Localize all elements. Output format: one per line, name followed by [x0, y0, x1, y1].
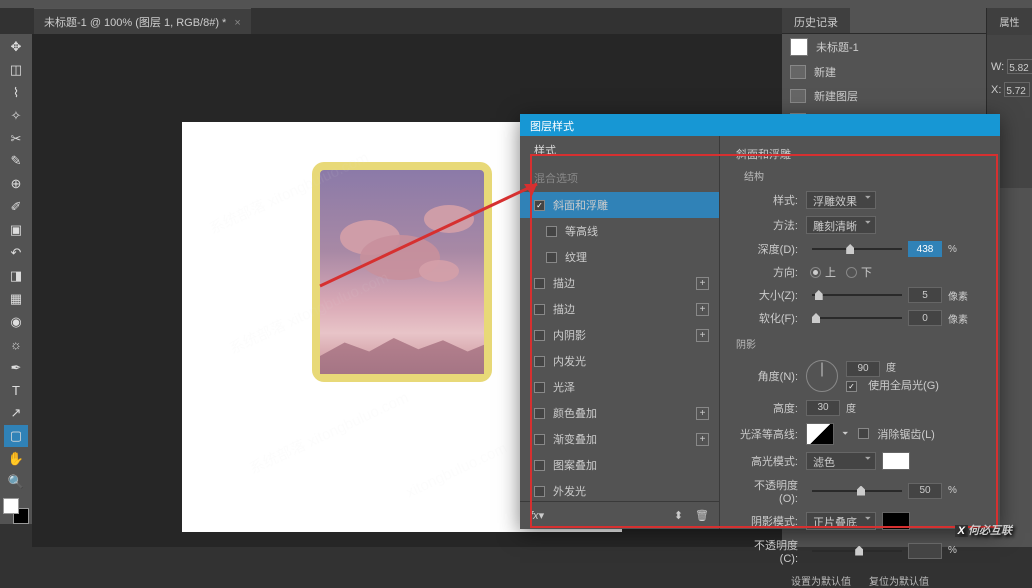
antialias-checkbox[interactable] — [858, 428, 869, 439]
style-satin[interactable]: 光泽 — [520, 374, 719, 400]
add-icon[interactable]: + — [696, 433, 709, 446]
history-brush-tool[interactable]: ↶ — [4, 242, 28, 264]
checkbox-icon[interactable] — [534, 304, 545, 315]
checkbox-icon[interactable] — [534, 486, 545, 497]
arrow-icon[interactable]: ⬍ — [674, 509, 683, 522]
style-pattern-overlay[interactable]: 图案叠加 — [520, 452, 719, 478]
shadow-color-swatch[interactable] — [882, 512, 910, 530]
style-bevel-emboss[interactable]: 斜面和浮雕 — [520, 192, 719, 218]
tool-palette: ✥ ◫ ⌇ ✧ ✂ ✎ ⊕ ✐ ▣ ↶ ◨ ▦ ◉ ☼ ✒ T ↗ ▢ ✋ 🔍 — [0, 34, 32, 524]
checkbox-icon[interactable] — [534, 408, 545, 419]
trash-icon[interactable]: 🗑 — [695, 509, 709, 522]
add-icon[interactable]: + — [696, 303, 709, 316]
wand-tool[interactable]: ✧ — [4, 105, 28, 127]
checkbox-icon[interactable] — [546, 226, 557, 237]
altitude-input[interactable] — [806, 400, 840, 416]
dodge-tool[interactable]: ☼ — [4, 334, 28, 356]
history-tab[interactable]: 历史记录 — [782, 8, 850, 33]
blur-tool[interactable]: ◉ — [4, 311, 28, 333]
style-inner-glow[interactable]: 内发光 — [520, 348, 719, 374]
brush-tool[interactable]: ✐ — [4, 196, 28, 218]
layer-style-dialog: 图层样式 样式 混合选项 斜面和浮雕 等高线 纹理 描边+ 描边+ 内阴影+ 内… — [520, 114, 1000, 529]
checkbox-icon[interactable] — [546, 252, 557, 263]
checkbox-icon[interactable] — [534, 330, 545, 341]
checkbox-icon[interactable] — [534, 200, 545, 211]
shape-tool[interactable]: ▢ — [4, 425, 28, 447]
zoom-tool[interactable]: 🔍 — [4, 471, 28, 493]
type-tool[interactable]: T — [4, 380, 28, 402]
shadow-opacity-input[interactable] — [908, 543, 942, 559]
shadow-opacity-slider[interactable] — [812, 550, 902, 552]
dialog-title: 图层样式 — [520, 114, 1000, 136]
checkbox-icon[interactable] — [534, 460, 545, 471]
structure-label: 结构 — [744, 168, 984, 183]
heal-tool[interactable]: ⊕ — [4, 173, 28, 195]
technique-dropdown[interactable]: 雕刻清晰 — [806, 216, 876, 234]
direction-down-radio[interactable] — [846, 267, 857, 278]
angle-input[interactable] — [846, 361, 880, 377]
depth-input[interactable] — [908, 241, 942, 257]
pen-tool[interactable]: ✒ — [4, 357, 28, 379]
add-icon[interactable]: + — [696, 329, 709, 342]
crop-tool[interactable]: ✂ — [4, 128, 28, 150]
close-tab-icon[interactable]: × — [234, 17, 240, 29]
depth-slider[interactable] — [812, 248, 902, 250]
styles-header[interactable]: 样式 — [520, 136, 719, 164]
x-input[interactable] — [1004, 82, 1030, 97]
color-swatches[interactable] — [3, 498, 29, 524]
marquee-tool[interactable]: ◫ — [4, 59, 28, 81]
direction-up-radio[interactable] — [810, 267, 821, 278]
gloss-contour-picker[interactable] — [806, 423, 834, 445]
angle-dial[interactable] — [806, 360, 838, 392]
properties-tab[interactable]: 属性 — [987, 8, 1032, 35]
add-icon[interactable]: + — [696, 407, 709, 420]
global-light-checkbox[interactable] — [846, 381, 857, 392]
soften-input[interactable] — [908, 310, 942, 326]
eyedropper-tool[interactable]: ✎ — [4, 151, 28, 173]
soften-slider[interactable] — [812, 317, 902, 319]
checkbox-icon[interactable] — [534, 434, 545, 445]
width-input[interactable] — [1007, 59, 1032, 74]
checkbox-icon[interactable] — [534, 382, 545, 393]
highlight-mode-dropdown[interactable]: 滤色 — [806, 452, 876, 470]
size-slider[interactable] — [812, 294, 902, 296]
gradient-tool[interactable]: ▦ — [4, 288, 28, 310]
highlight-opacity-slider[interactable] — [812, 490, 902, 492]
style-stroke[interactable]: 描边+ — [520, 270, 719, 296]
size-input[interactable] — [908, 287, 942, 303]
style-gradient-overlay[interactable]: 渐变叠加+ — [520, 426, 719, 452]
eraser-tool[interactable]: ◨ — [4, 265, 28, 287]
make-default-button[interactable]: 设置为默认值 — [791, 573, 851, 588]
path-tool[interactable]: ↗ — [4, 403, 28, 425]
artwork-frame — [312, 162, 492, 382]
stamp-tool[interactable]: ▣ — [4, 219, 28, 241]
style-texture[interactable]: 纹理 — [520, 244, 719, 270]
fx-menu[interactable]: fx▾ — [530, 509, 544, 522]
highlight-opacity-input[interactable] — [908, 483, 942, 499]
style-contour[interactable]: 等高线 — [520, 218, 719, 244]
add-icon[interactable]: + — [696, 277, 709, 290]
shadow-mode-dropdown[interactable]: 正片叠底 — [806, 512, 876, 530]
blend-options[interactable]: 混合选项 — [520, 164, 719, 192]
style-inner-shadow[interactable]: 内阴影+ — [520, 322, 719, 348]
highlight-color-swatch[interactable] — [882, 452, 910, 470]
hand-tool[interactable]: ✋ — [4, 448, 28, 470]
style-dropdown[interactable]: 浮雕效果 — [806, 191, 876, 209]
shading-label: 阴影 — [736, 336, 984, 351]
section-title: 斜面和浮雕 — [736, 146, 984, 162]
document-tab[interactable]: 未标题-1 @ 100% (图层 1, RGB/8#) *× — [34, 8, 251, 35]
checkbox-icon[interactable] — [534, 356, 545, 367]
reset-default-button[interactable]: 复位为默认值 — [869, 573, 929, 588]
style-outer-glow[interactable]: 外发光 — [520, 478, 719, 501]
lasso-tool[interactable]: ⌇ — [4, 82, 28, 104]
watermark-logo: X何必互联 — [955, 518, 1012, 539]
style-color-overlay[interactable]: 颜色叠加+ — [520, 400, 719, 426]
move-tool[interactable]: ✥ — [4, 36, 28, 58]
style-stroke[interactable]: 描边+ — [520, 296, 719, 322]
checkbox-icon[interactable] — [534, 278, 545, 289]
